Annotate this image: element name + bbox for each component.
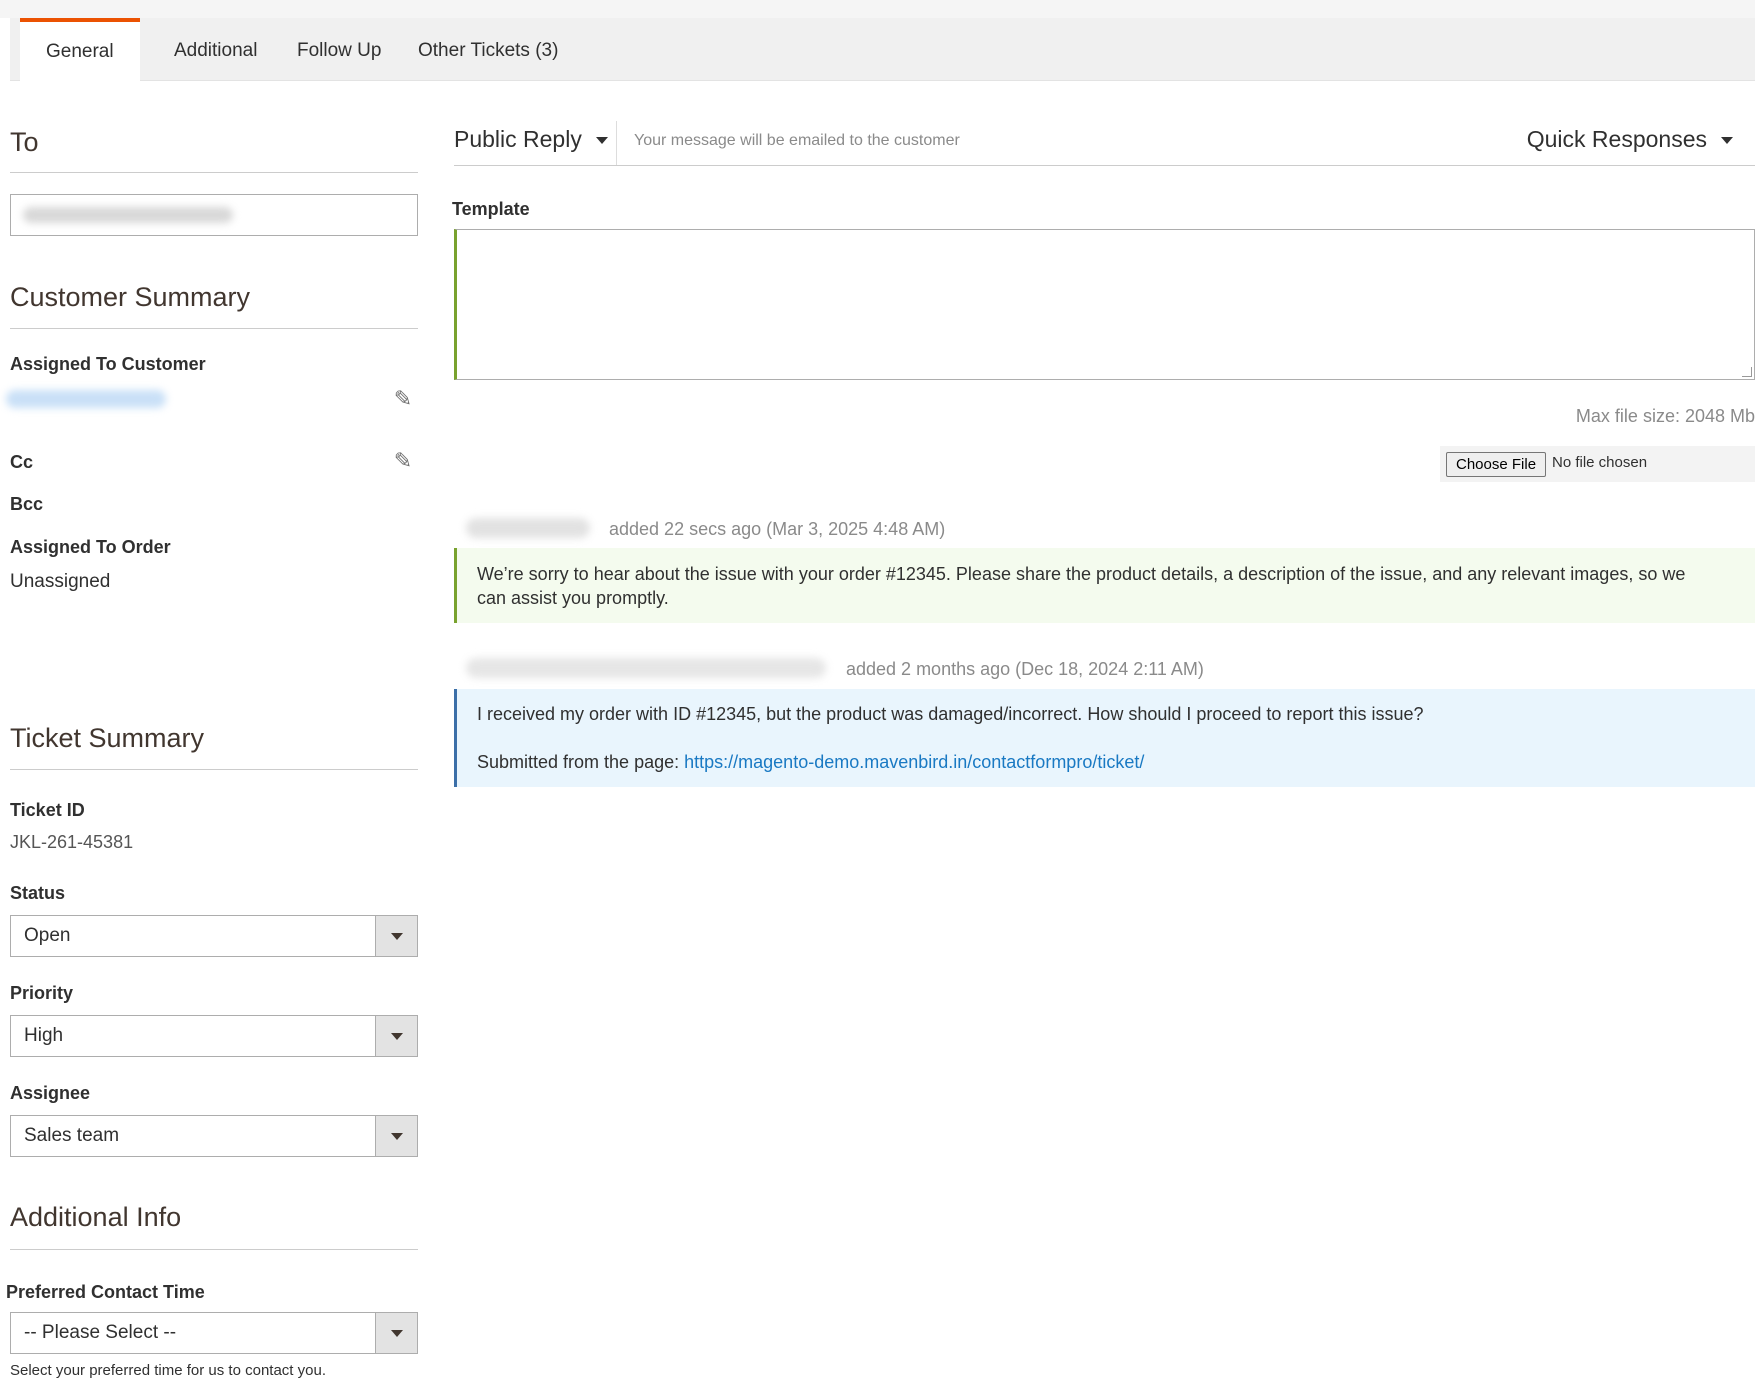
preferred-contact-label: Preferred Contact Time bbox=[6, 1282, 205, 1302]
template-label: Template bbox=[452, 199, 530, 219]
caret-down-icon bbox=[375, 1016, 417, 1056]
tab-other-tickets[interactable]: Other Tickets (3) bbox=[392, 18, 584, 81]
caret-down-icon bbox=[375, 1313, 417, 1353]
top-strip bbox=[0, 0, 1755, 18]
caret-down-icon bbox=[375, 916, 417, 956]
additional-info-title: Additional Info bbox=[10, 1202, 182, 1232]
cc-label: Cc bbox=[10, 452, 34, 472]
divider bbox=[10, 1249, 418, 1250]
preferred-contact-select[interactable]: -- Please Select -- bbox=[10, 1312, 418, 1354]
bcc-label: Bcc bbox=[10, 494, 44, 514]
submitted-from-line: Submitted from the page: https://magento… bbox=[477, 750, 1717, 774]
assigned-to-order-label: Assigned To Order bbox=[10, 537, 171, 557]
resize-grip-icon[interactable] bbox=[1742, 367, 1752, 377]
tab-additional[interactable]: Additional bbox=[148, 18, 283, 81]
divider bbox=[454, 165, 1755, 166]
to-input[interactable] bbox=[10, 194, 418, 236]
preferred-contact-selected-value: -- Please Select -- bbox=[24, 1322, 177, 1343]
choose-file-button[interactable]: Choose File bbox=[1446, 452, 1547, 477]
tab-bar: General Additional Follow Up Other Ticke… bbox=[10, 18, 1755, 82]
message-body-customer: I received my order with ID #12345, but … bbox=[454, 689, 1755, 787]
message-text: We’re sorry to hear about the issue with… bbox=[477, 564, 1686, 608]
reply-type-label: Public Reply bbox=[454, 126, 582, 152]
ticket-id-value: JKL-261-45381 bbox=[10, 832, 134, 852]
message-meta: added 22 secs ago (Mar 3, 2025 4:48 AM) bbox=[609, 519, 946, 539]
divider bbox=[10, 172, 418, 173]
reply-note: Your message will be emailed to the cust… bbox=[634, 132, 960, 149]
template-textarea[interactable] bbox=[454, 229, 1755, 380]
edit-customer-pencil-icon[interactable]: ✎ bbox=[392, 388, 414, 410]
redacted-email bbox=[23, 207, 233, 223]
to-title: To bbox=[10, 127, 39, 157]
tab-general[interactable]: General bbox=[20, 18, 140, 82]
submitted-url-link[interactable]: https://magento-demo.mavenbird.in/contac… bbox=[684, 752, 1144, 772]
priority-label: Priority bbox=[10, 983, 74, 1003]
customer-summary-title: Customer Summary bbox=[10, 282, 251, 312]
reply-type-dropdown[interactable]: Public Reply bbox=[454, 126, 608, 153]
caret-down-icon bbox=[1721, 137, 1733, 145]
status-select[interactable]: Open bbox=[10, 915, 418, 957]
status-selected-value: Open bbox=[24, 925, 71, 946]
priority-selected-value: High bbox=[24, 1025, 64, 1046]
quick-responses-dropdown[interactable]: Quick Responses bbox=[1527, 126, 1733, 153]
caret-down-icon bbox=[595, 137, 608, 145]
caret-down-icon bbox=[375, 1116, 417, 1156]
assignee-selected-value: Sales team bbox=[24, 1125, 120, 1146]
divider bbox=[10, 328, 418, 329]
assignee-label: Assignee bbox=[10, 1083, 91, 1103]
divider bbox=[10, 769, 418, 770]
preferred-contact-hint: Select your preferred time for us to con… bbox=[10, 1362, 326, 1379]
file-upload: Choose File No file chosen bbox=[1440, 446, 1755, 482]
redacted-author-name bbox=[466, 518, 590, 538]
file-status: No file chosen bbox=[1552, 454, 1648, 471]
assigned-to-customer-label: Assigned To Customer bbox=[10, 354, 206, 374]
quick-responses-label: Quick Responses bbox=[1526, 126, 1707, 152]
redacted-customer-link[interactable] bbox=[6, 390, 166, 408]
edit-cc-pencil-icon[interactable]: ✎ bbox=[392, 450, 414, 472]
assignee-select[interactable]: Sales team bbox=[10, 1115, 418, 1157]
divider bbox=[616, 121, 617, 165]
status-label: Status bbox=[10, 883, 66, 903]
message-body-agent: We’re sorry to hear about the issue with… bbox=[454, 548, 1755, 623]
message-text: I received my order with ID #12345, but … bbox=[477, 704, 1424, 724]
redacted-author-name bbox=[466, 658, 826, 678]
assigned-order-link[interactable]: Unassigned bbox=[10, 571, 110, 593]
submitted-prefix: Submitted from the page: bbox=[477, 752, 685, 772]
ticket-summary-title: Ticket Summary bbox=[10, 723, 205, 753]
priority-select[interactable]: High bbox=[10, 1015, 418, 1057]
max-file-size: Max file size: 2048 Mb bbox=[1575, 406, 1755, 426]
ticket-id-label: Ticket ID bbox=[10, 800, 85, 820]
tab-follow-up[interactable]: Follow Up bbox=[271, 18, 407, 81]
message-meta: added 2 months ago (Dec 18, 2024 2:11 AM… bbox=[846, 659, 1204, 679]
